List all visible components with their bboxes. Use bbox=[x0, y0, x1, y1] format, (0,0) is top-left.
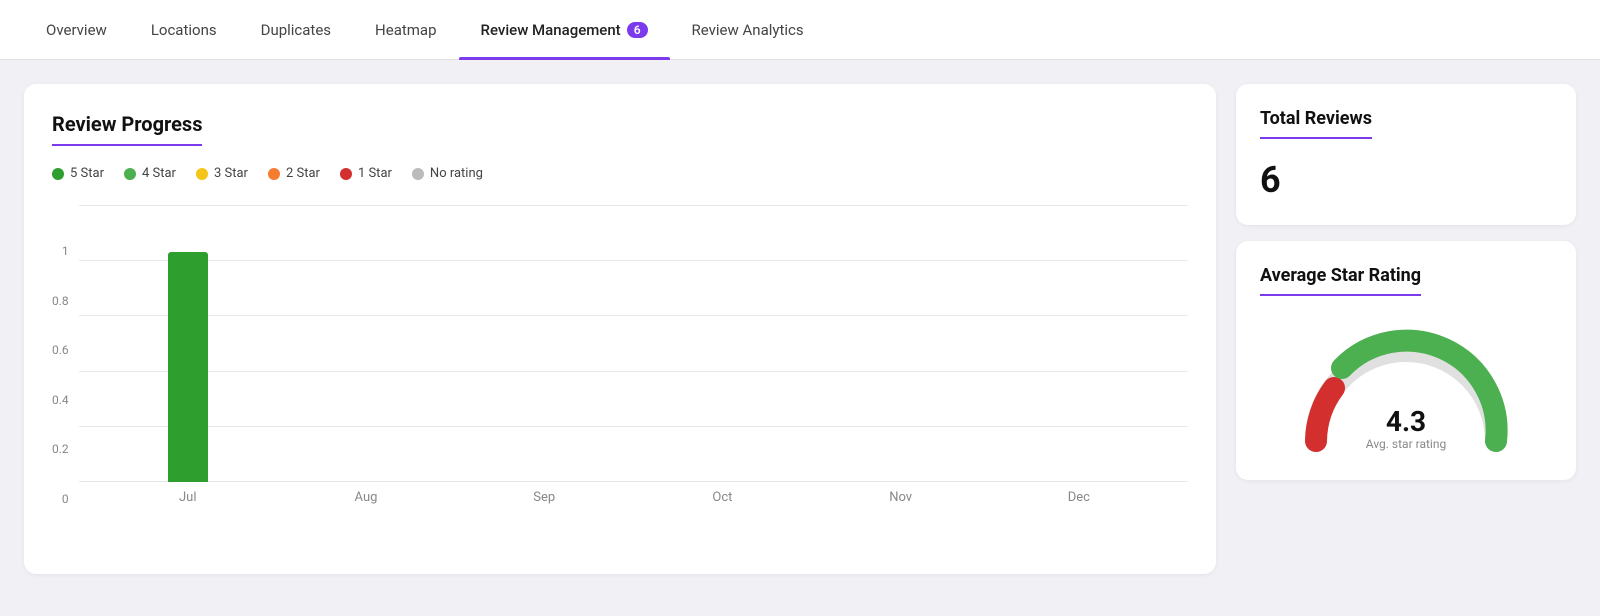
nav-tab-review-management[interactable]: Review Management 6 bbox=[459, 0, 670, 60]
legend-dot bbox=[268, 168, 280, 180]
review-progress-card: Review Progress 5 Star 4 Star 3 Star 2 Star… bbox=[24, 84, 1216, 574]
review-progress-title: Review Progress bbox=[52, 112, 202, 146]
bar-col-oct bbox=[633, 205, 811, 482]
x-axis-label: Nov bbox=[812, 490, 990, 505]
x-axis-label: Oct bbox=[633, 490, 811, 505]
nav-tab-locations[interactable]: Locations bbox=[129, 0, 239, 60]
bar-col-aug bbox=[277, 205, 455, 482]
bar-col-dec bbox=[990, 205, 1168, 482]
nav-tab-duplicates[interactable]: Duplicates bbox=[239, 0, 353, 60]
nav-tab-review-analytics[interactable]: Review Analytics bbox=[670, 0, 826, 60]
legend-dot bbox=[52, 168, 64, 180]
total-reviews-title: Total Reviews bbox=[1260, 108, 1372, 139]
legend-dot bbox=[124, 168, 136, 180]
x-axis-label: Aug bbox=[277, 490, 455, 505]
nav-tab-badge-review-management: 6 bbox=[627, 22, 648, 38]
nav-tab-heatmap[interactable]: Heatmap bbox=[353, 0, 458, 60]
nav-tab-label-duplicates: Duplicates bbox=[261, 21, 331, 39]
y-axis-label: 1 bbox=[52, 245, 69, 257]
y-axis-label: 0.2 bbox=[52, 443, 69, 455]
grid-and-bars bbox=[79, 205, 1188, 482]
legend-dot bbox=[412, 168, 424, 180]
gauge-label-text: Avg. star rating bbox=[1366, 437, 1446, 451]
chart-area: 1 0.8 0.6 0.4 0.2 0 JulAugSepOctNovDec bbox=[52, 205, 1188, 505]
bar-jul bbox=[168, 252, 208, 482]
legend-dot bbox=[196, 168, 208, 180]
x-axis-label: Jul bbox=[99, 490, 277, 505]
legend-item-4-star: 4 Star bbox=[124, 166, 176, 181]
legend-item-2-star: 2 Star bbox=[268, 166, 320, 181]
legend-label: 2 Star bbox=[286, 166, 320, 181]
nav-tab-label-review-analytics: Review Analytics bbox=[692, 21, 804, 39]
bars-row bbox=[79, 205, 1188, 482]
avg-star-rating-title: Average Star Rating bbox=[1260, 265, 1421, 296]
y-axis-label: 0 bbox=[52, 493, 69, 505]
legend-item-1-star: 1 Star bbox=[340, 166, 392, 181]
legend-item-5-star: 5 Star bbox=[52, 166, 104, 181]
chart-inner: JulAugSepOctNovDec bbox=[79, 205, 1188, 505]
legend-dot bbox=[340, 168, 352, 180]
legend-label: 5 Star bbox=[70, 166, 104, 181]
gauge-container: 4.3 Avg. star rating bbox=[1260, 326, 1552, 456]
nav-tab-label-heatmap: Heatmap bbox=[375, 21, 436, 39]
y-axis-label: 0.8 bbox=[52, 295, 69, 307]
legend-label: 4 Star bbox=[142, 166, 176, 181]
bar-col-sep bbox=[455, 205, 633, 482]
legend-item-3-star: 3 Star bbox=[196, 166, 248, 181]
gauge-svg: 4.3 Avg. star rating bbox=[1296, 326, 1516, 456]
nav-tab-label-overview: Overview bbox=[46, 21, 107, 39]
nav-tab-label-locations: Locations bbox=[151, 21, 217, 39]
x-axis-label: Sep bbox=[455, 490, 633, 505]
legend-label: No rating bbox=[430, 166, 483, 181]
x-axis-label: Dec bbox=[990, 490, 1168, 505]
legend: 5 Star 4 Star 3 Star 2 Star 1 Star No rating bbox=[52, 166, 1188, 181]
gauge-value-text: 4.3 bbox=[1386, 405, 1426, 438]
nav-tab-overview[interactable]: Overview bbox=[24, 0, 129, 60]
bar-col-jul bbox=[99, 205, 277, 482]
nav-tab-label-review-management: Review Management bbox=[481, 21, 621, 39]
avg-star-rating-card: Average Star Rating 4.3 Avg. star rating bbox=[1236, 241, 1576, 480]
right-cards: Total Reviews 6 Average Star Rating 4.3 … bbox=[1236, 84, 1576, 480]
y-axis-label: 0.4 bbox=[52, 394, 69, 406]
legend-label: 3 Star bbox=[214, 166, 248, 181]
main-content: Review Progress 5 Star 4 Star 3 Star 2 Star… bbox=[0, 60, 1600, 598]
bar-col-nov bbox=[812, 205, 990, 482]
y-axis: 1 0.8 0.6 0.4 0.2 0 bbox=[52, 245, 69, 505]
legend-item-no-rating: No rating bbox=[412, 166, 483, 181]
nav-tabs: Overview Locations Duplicates Heatmap Review… bbox=[0, 0, 1600, 60]
legend-label: 1 Star bbox=[358, 166, 392, 181]
y-axis-label: 0.6 bbox=[52, 344, 69, 356]
total-reviews-card: Total Reviews 6 bbox=[1236, 84, 1576, 225]
x-labels: JulAugSepOctNovDec bbox=[79, 482, 1188, 505]
total-reviews-count: 6 bbox=[1260, 159, 1552, 201]
